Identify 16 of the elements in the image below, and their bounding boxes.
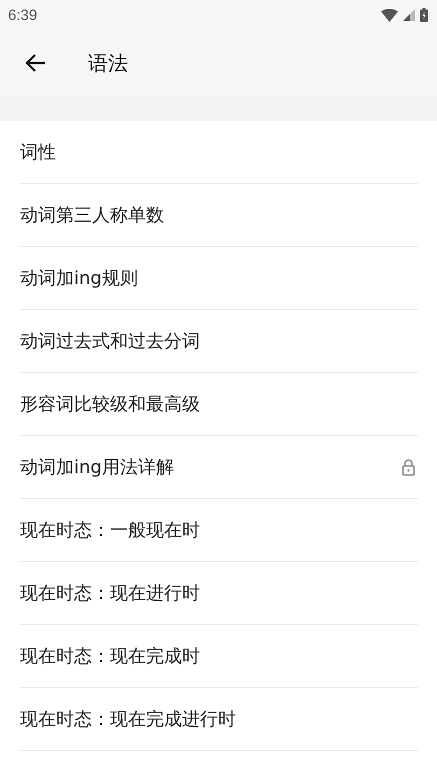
signal-icon bbox=[403, 9, 415, 21]
list-item[interactable]: 形容词比较级和最高级 bbox=[20, 373, 418, 436]
list-item[interactable]: 现在时态：一般现在时 bbox=[20, 499, 418, 562]
list-item[interactable]: 动词加ing用法详解 bbox=[20, 436, 418, 499]
list-item[interactable]: 动词过去式和过去分词 bbox=[20, 310, 418, 373]
list-item[interactable]: 现在时态：现在完成时 bbox=[20, 625, 418, 688]
wifi-icon bbox=[381, 8, 398, 22]
battery-icon bbox=[420, 8, 428, 22]
list-item[interactable]: 动词加ing规则 bbox=[20, 247, 418, 310]
back-arrow-icon bbox=[24, 53, 46, 73]
list-item[interactable]: 词性 bbox=[20, 121, 418, 184]
page-title: 语法 bbox=[88, 50, 128, 76]
list-item[interactable]: 现在时态：现在完成进行时 bbox=[20, 688, 418, 751]
status-time: 6:39 bbox=[8, 6, 38, 24]
list-item[interactable]: 现在时态：现在进行时 bbox=[20, 562, 418, 625]
list-item[interactable]: 动词第三人称单数 bbox=[20, 184, 418, 247]
